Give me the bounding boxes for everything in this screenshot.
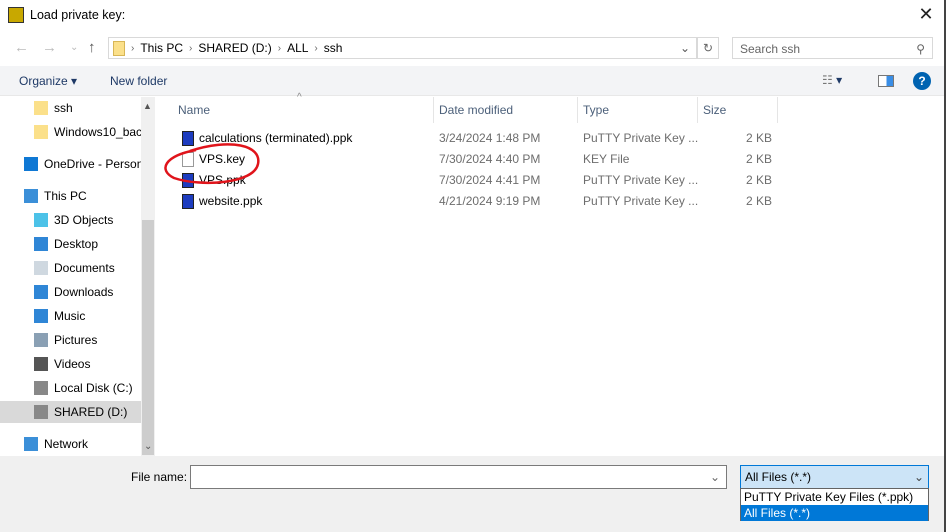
file-type-option-ppk[interactable]: PuTTY Private Key Files (*.ppk) (741, 489, 928, 505)
file-type-select[interactable]: All Files (*.*) ⌄ (740, 465, 929, 489)
file-type-option-all[interactable]: All Files (*.*) (741, 505, 928, 521)
file-name-input[interactable]: ⌄ (190, 465, 727, 489)
file-name-label: File name: (131, 470, 188, 484)
file-type-dropdown: PuTTY Private Key Files (*.ppk) All File… (740, 488, 929, 521)
red-annotation (164, 143, 714, 523)
dialog-window: Load private key: ✕ ← → ⌄ ↑ › This PC › SH… (0, 0, 946, 532)
